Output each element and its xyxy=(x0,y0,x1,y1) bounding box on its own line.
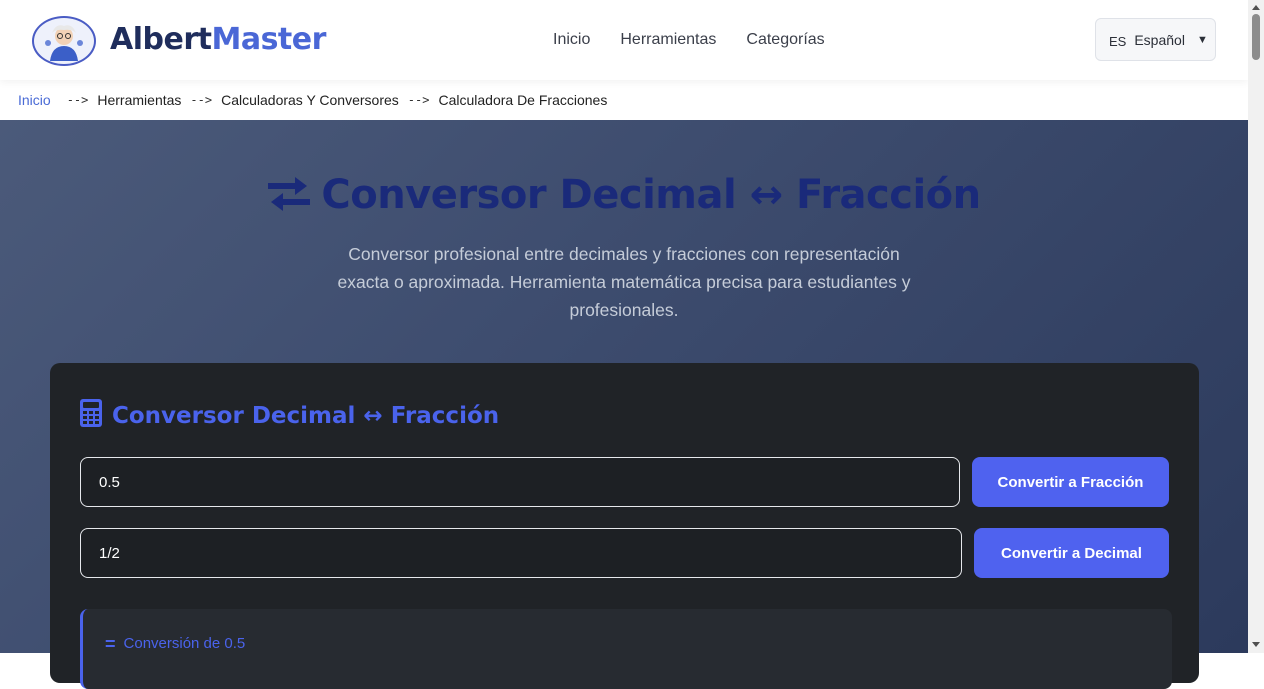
fraction-input[interactable] xyxy=(80,528,962,578)
conversion-result-label: = Conversión de 0.5 xyxy=(105,633,246,654)
converter-title-text: Conversor Decimal ↔ Fracción xyxy=(112,403,500,429)
logo-avatar-icon[interactable] xyxy=(32,16,96,66)
breadcrumb-separator: --> xyxy=(66,93,89,107)
breadcrumb-item-current: Calculadora De Fracciones xyxy=(438,92,608,108)
decimal-input[interactable] xyxy=(80,457,960,507)
page-title: Conversor Decimal ↔ Fracción xyxy=(0,172,1248,224)
language-selector[interactable]: ES Español ▼ xyxy=(1095,18,1216,61)
language-label: Español xyxy=(1134,31,1185,48)
convert-to-decimal-button[interactable]: Convertir a Decimal xyxy=(974,528,1169,578)
scroll-up-arrow-icon[interactable] xyxy=(1252,5,1260,10)
swap-arrows-icon xyxy=(267,174,311,224)
nav-inicio[interactable]: Inicio xyxy=(553,31,590,49)
breadcrumb-item-inicio[interactable]: Inicio xyxy=(18,92,51,108)
language-code: ES xyxy=(1109,33,1127,49)
converter-card: Conversor Decimal ↔ Fracción Convertir a… xyxy=(50,363,1199,689)
convert-to-fraction-button[interactable]: Convertir a Fracción xyxy=(972,457,1169,507)
breadcrumb: Inicio --> Herramientas --> Calculadoras… xyxy=(0,80,1248,120)
converter-title: Conversor Decimal ↔ Fracción xyxy=(80,399,499,433)
page-description: Conversor profesional entre decimales y … xyxy=(337,244,911,320)
page-title-text: Conversor Decimal ↔ Fracción xyxy=(321,172,981,218)
logo-text-part2: Master xyxy=(211,22,326,57)
site-logo[interactable]: AlbertMaster xyxy=(110,22,326,57)
conversion-result-panel: = Conversión de 0.5 xyxy=(80,609,1172,689)
chevron-down-icon: ▼ xyxy=(1196,33,1208,46)
conversion-result-text: Conversión de 0.5 xyxy=(123,635,246,652)
breadcrumb-separator: --> xyxy=(407,93,430,107)
breadcrumb-item-herramientas[interactable]: Herramientas xyxy=(97,92,181,108)
equals-icon: = xyxy=(105,633,116,654)
scrollbar-thumb[interactable] xyxy=(1252,14,1260,60)
logo-text-part1: Albert xyxy=(110,22,212,57)
calculator-icon xyxy=(80,399,102,433)
breadcrumb-item-calculadoras[interactable]: Calculadoras Y Conversores xyxy=(221,92,399,108)
scroll-down-arrow-icon[interactable] xyxy=(1252,642,1260,647)
nav-herramientas[interactable]: Herramientas xyxy=(620,31,716,49)
breadcrumb-separator: --> xyxy=(190,93,213,107)
site-header: AlbertMaster Inicio Herramientas Categor… xyxy=(0,0,1248,80)
main-nav: Inicio Herramientas Categorías xyxy=(553,31,825,49)
nav-categorias[interactable]: Categorías xyxy=(746,31,824,49)
page-scrollbar[interactable] xyxy=(1248,0,1264,653)
